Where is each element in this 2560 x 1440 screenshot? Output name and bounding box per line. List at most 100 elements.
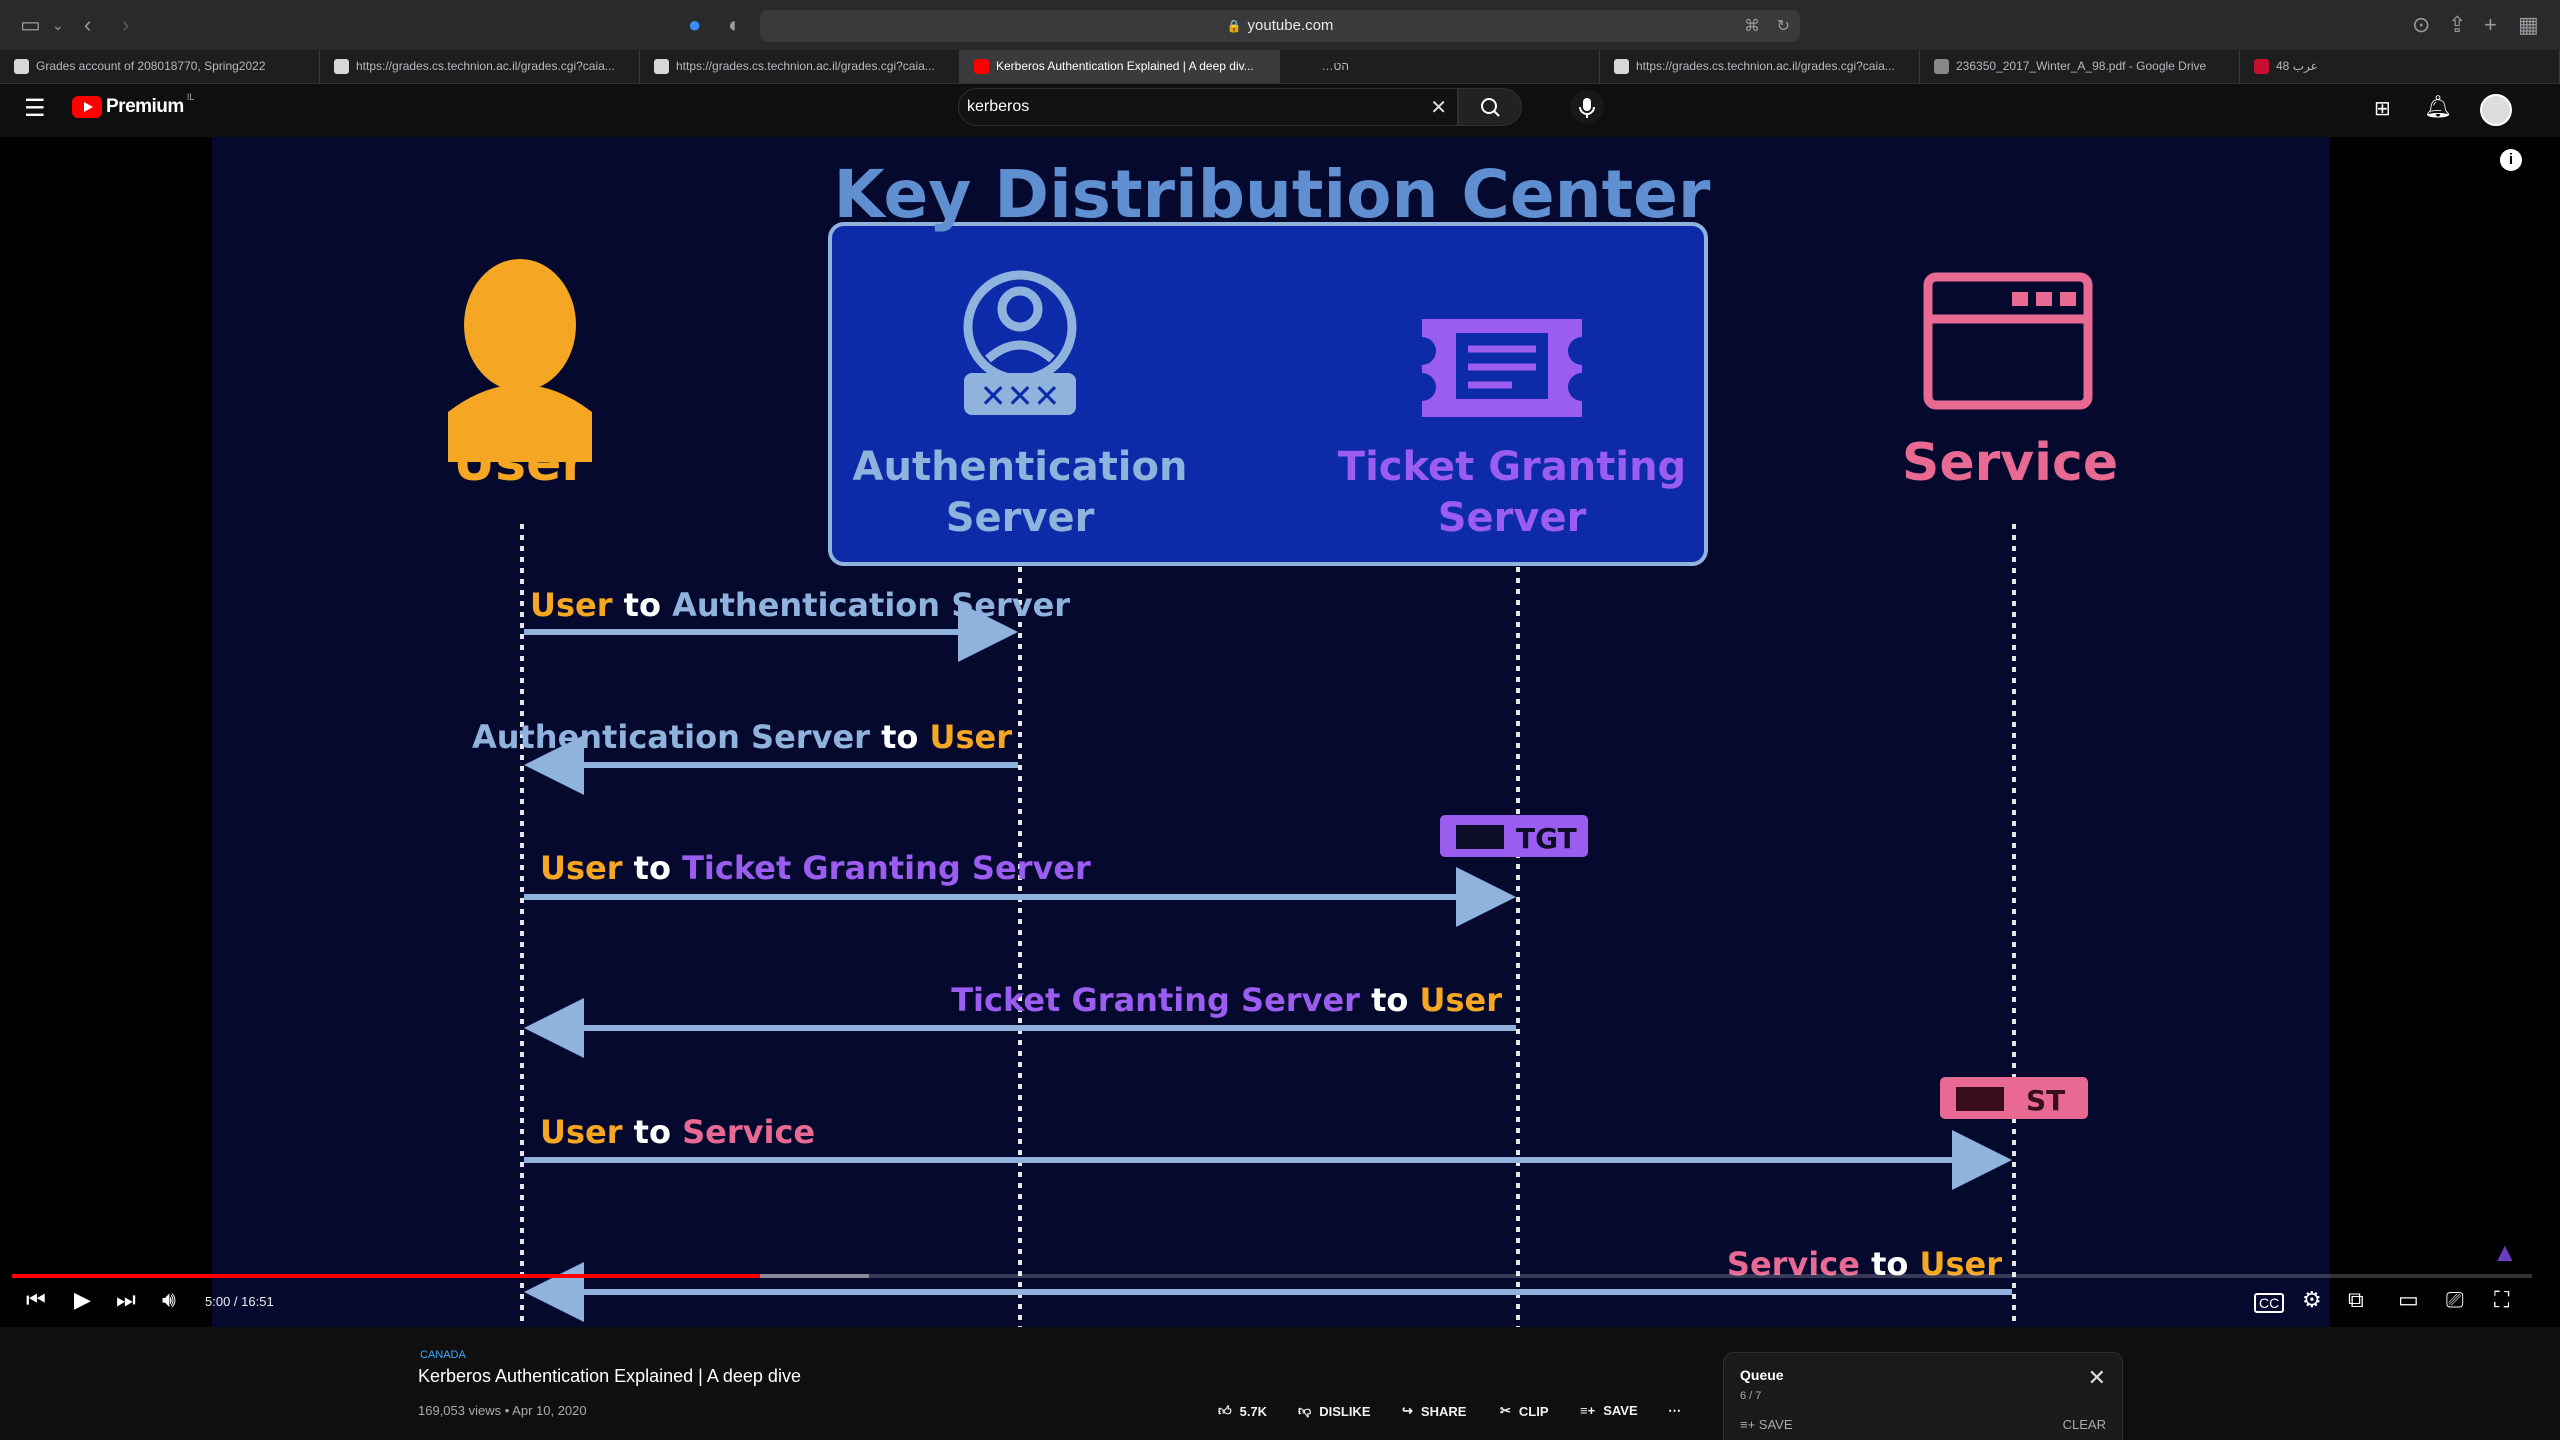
search-input[interactable]: kerberos ✕ [958,88,1458,126]
theater-mode-icon[interactable]: ▭ [2398,1287,2419,1313]
playlist-add-icon: ≡+ [1580,1403,1596,1418]
settings-gear-icon[interactable]: ⚙ [2302,1287,2322,1313]
message-3: User to Ticket Granting Server [540,849,1091,887]
dislike-button[interactable]: 👎︎ DISLIKE [1298,1403,1371,1419]
video-frame: Key Distribution Center User ✕✕✕ Authent… [212,137,2330,1327]
youtube-logo[interactable]: Premium IL [72,92,194,118]
tab-label: 48 عرب [2276,59,2318,73]
search-button[interactable] [1458,88,1522,126]
share-arrow-icon: ↪ [1402,1403,1413,1418]
clear-search-icon[interactable]: ✕ [1430,95,1447,120]
video-player[interactable]: Key Distribution Center User ✕✕✕ Authent… [0,137,2560,1327]
tab-arab48[interactable]: 48 عرب [2240,50,2560,83]
tab-label: https://grades.cs.technion.ac.il/grades.… [1636,59,1895,73]
browser-toolbar: ▭ ⌄ ‹ › ● ◐ 🔒 youtube.com ⌘ ↻ ⊙ ⇪ + ▦ [0,0,2560,50]
tab-google-drive[interactable]: 236350_2017_Winter_A_98.pdf - Google Dri… [1920,50,2240,83]
logo-text: Premium [106,96,184,117]
share-icon[interactable]: ⇪ [2448,12,2466,38]
favicon-icon [2254,59,2269,74]
like-button[interactable]: 👍︎ 5.7K [1218,1403,1267,1419]
address-bar[interactable]: 🔒 youtube.com ⌘ ↻ [760,10,1800,42]
queue-save-button[interactable]: ≡+ SAVE [1740,1417,1793,1432]
create-video-icon[interactable]: ⊞ [2374,96,2391,121]
clip-button[interactable]: ✂ CLIP [1500,1403,1549,1419]
favicon-icon [1614,59,1629,74]
time-display: 5:00 / 16:51 [205,1294,274,1309]
tab-bar: Grades account of 208018770, Spring2022 … [0,50,2560,84]
fullscreen-icon[interactable]: ⛶ [2494,1287,2509,1313]
tab-label: https://grades.cs.technion.ac.il/grades.… [356,59,615,73]
downloads-icon[interactable]: ⊙ [2412,12,2430,38]
url-text: youtube.com [1247,17,1334,34]
tab-grades-2[interactable]: https://grades.cs.technion.ac.il/grades.… [640,50,960,83]
video-location[interactable]: CANADA [420,1349,466,1361]
tab-youtube-kerberos[interactable]: Kerberos Authentication Explained | A de… [960,50,1280,83]
lifelines [520,524,2016,1327]
new-tab-icon[interactable]: + [2484,12,2497,38]
queue-clear-button[interactable]: CLEAR [2063,1417,2106,1432]
more-icon: ⋯ [1668,1403,1681,1418]
youtube-play-icon [72,96,102,118]
lock-icon: 🔒 [1226,19,1242,33]
message-4: Ticket Granting Server to User [951,981,1502,1019]
video-title: Kerberos Authentication Explained | A de… [418,1366,801,1386]
progress-bar[interactable] [12,1274,2532,1278]
forward-icon[interactable]: › [122,12,129,38]
tab-label: 236350_2017_Winter_A_98.pdf - Google Dri… [1956,59,2207,73]
volume-icon[interactable]: 🔊︎ [162,1287,176,1313]
tab-overview-icon[interactable]: ▦ [2518,12,2539,38]
tab-technion-trivia[interactable]: הטכניון - מאגר טריוויות [1280,50,1600,83]
user-icon [448,259,592,462]
expand-up-icon[interactable]: ▲ [2492,1237,2518,1268]
notifications-bell-icon[interactable]: 🔔︎ [2424,94,2452,120]
back-icon[interactable]: ‹ [84,12,91,38]
captions-icon[interactable]: CC [2254,1293,2285,1313]
like-count: 5.7K [1239,1403,1268,1419]
save-label: SAVE [1603,1403,1638,1418]
more-actions-button[interactable]: ⋯ [1668,1403,1681,1419]
save-button[interactable]: ≡+ SAVE [1580,1403,1638,1418]
queue-title: Queue [1740,1367,1784,1383]
tab-grades-1[interactable]: https://grades.cs.technion.ac.il/grades.… [320,50,640,83]
message-1: User to Authentication Server [530,586,1070,624]
played-bar [12,1274,761,1278]
tab-label: Kerberos Authentication Explained | A de… [996,59,1254,73]
actor-auth-label-2: Server [946,495,1095,541]
youtube-favicon-icon [974,59,989,74]
translate-icon[interactable]: ⌘ [1744,14,1760,40]
actor-tgs-label-2: Server [1438,495,1587,541]
airplay-icon[interactable]: ⎚ [2446,1287,2464,1313]
favicon-icon [14,59,29,74]
info-icon[interactable]: i [2500,149,2522,171]
tab-grades-3[interactable]: https://grades.cs.technion.ac.il/grades.… [1600,50,1920,83]
actor-service-label: Service [1902,433,2118,493]
reload-icon[interactable]: ↻ [1777,14,1790,40]
share-button[interactable]: ↪ SHARE [1402,1403,1466,1419]
message-5: User to Service [540,1113,815,1151]
actor-auth-label-1: Authentication [853,444,1188,490]
sidebar-toggle-icon[interactable]: ▭ [20,12,41,38]
menu-icon[interactable]: ☰ [24,94,46,123]
voice-search-button[interactable] [1570,90,1604,124]
previous-icon[interactable]: ⏮ [26,1287,46,1313]
favicon-icon [654,59,669,74]
scissors-icon: ✂ [1500,1403,1511,1418]
thumbs-up-icon: 👍︎ [1218,1403,1232,1418]
avatar[interactable] [2480,94,2512,126]
extension-icon[interactable]: ● [688,12,701,38]
play-icon[interactable]: ▶ [74,1287,91,1313]
tgt-badge: TGT [1440,815,1588,857]
chevron-down-icon[interactable]: ⌄ [52,12,64,38]
microphone-icon [1579,98,1595,118]
slide-title: Key Distribution Center [834,156,1711,233]
dislike-label: DISLIKE [1319,1403,1371,1419]
next-icon[interactable]: ⏭ [116,1287,136,1313]
tab-label: Grades account of 208018770, Spring2022 [36,59,266,73]
close-icon[interactable]: ✕ [2088,1365,2106,1391]
privacy-shield-icon[interactable]: ◐ [728,12,741,38]
tab-grades-account[interactable]: Grades account of 208018770, Spring2022 [0,50,320,83]
miniplayer-icon[interactable]: ⧉ [2348,1287,2364,1313]
thumbs-down-icon: 👎︎ [1298,1403,1312,1418]
favicon-icon [1934,59,1949,74]
favicon-icon [334,59,349,74]
